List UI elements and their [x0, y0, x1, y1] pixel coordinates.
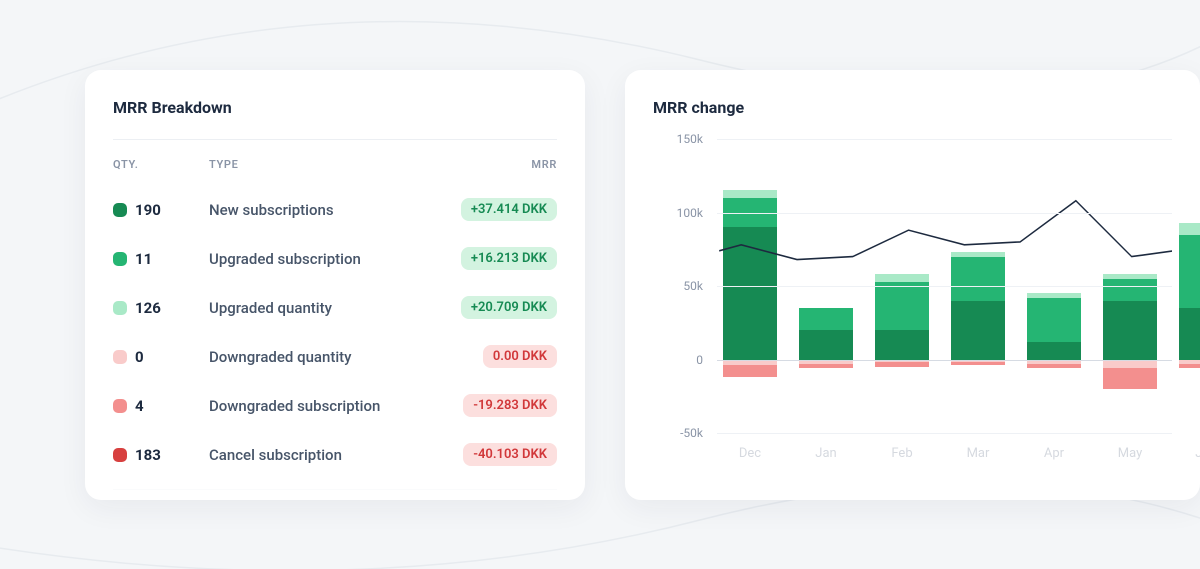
qty-value: 0	[135, 348, 144, 366]
series-swatch-icon	[113, 203, 127, 217]
gridline	[717, 433, 1172, 434]
bar-segment	[951, 257, 1005, 301]
bar-segment	[1179, 364, 1200, 368]
bar-segment	[1027, 293, 1081, 297]
qty-cell: 126	[113, 290, 193, 326]
mrr-change-card: MRR change 150k 100k 50k 0 -50k Dec Jan Feb Mar…	[625, 70, 1200, 500]
breakdown-table: QTY. TYPE MRR 190 New subscriptions +37.41…	[113, 158, 557, 475]
mrr-pill: +20.709 DKK	[461, 296, 557, 319]
bar-segment	[799, 364, 853, 368]
bar-segment	[1103, 368, 1157, 389]
x-tick-label: May	[1103, 446, 1157, 461]
bar-segment	[723, 365, 777, 377]
x-tick-label: Jun	[1179, 446, 1200, 461]
series-swatch-icon	[113, 252, 127, 266]
type-cell: Cancel subscription	[209, 437, 411, 473]
bar-segment	[1027, 298, 1081, 342]
qty-cell: 190	[113, 192, 193, 228]
bar-segment	[1103, 301, 1157, 360]
bar-segment	[1027, 342, 1081, 360]
qty-value: 190	[135, 201, 161, 219]
bar-segment	[875, 330, 929, 359]
mrr-cell: -19.283 DKK	[427, 385, 557, 426]
mrr-breakdown-card: MRR Breakdown QTY. TYPE MRR 190 New subsc…	[85, 70, 585, 500]
bar-segment	[1179, 223, 1200, 235]
bar-segment	[951, 252, 1005, 256]
bar-segment	[723, 227, 777, 359]
mrr-cell: +37.414 DKK	[427, 189, 557, 230]
bar-segment	[875, 362, 929, 366]
y-tick-label: 0	[696, 353, 703, 367]
bar-segment	[1103, 279, 1157, 301]
qty-cell: 11	[113, 241, 193, 277]
mrr-pill: +16.213 DKK	[461, 247, 557, 270]
series-swatch-icon	[113, 448, 127, 462]
mrr-pill: -19.283 DKK	[463, 394, 557, 417]
qty-cell: 183	[113, 437, 193, 473]
series-swatch-icon	[113, 350, 127, 364]
series-swatch-icon	[113, 301, 127, 315]
card-title: MRR change	[653, 98, 1172, 117]
total-row: Total New Net MRR +2.264 DKK	[113, 489, 557, 500]
mrr-pill: -40.103 DKK	[463, 443, 557, 466]
gridline	[717, 213, 1172, 214]
type-cell: Downgraded subscription	[209, 388, 411, 424]
x-axis-labels: DecJanFebMarAprMayJunJul	[717, 446, 1172, 461]
x-tick-label: Mar	[951, 446, 1005, 461]
x-tick-label: Dec	[723, 446, 777, 461]
y-tick-label: -50k	[680, 426, 703, 440]
x-tick-label: Apr	[1027, 446, 1081, 461]
bar-group	[1179, 139, 1200, 433]
mrr-cell: +16.213 DKK	[427, 238, 557, 279]
qty-cell: 4	[113, 388, 193, 424]
mrr-pill: 0.00 DKK	[483, 345, 557, 368]
y-tick-label: 150k	[677, 132, 703, 146]
y-axis: 150k100k50k0-50k	[661, 139, 709, 469]
mrr-cell: 0.00 DKK	[427, 336, 557, 377]
bar-segment	[723, 190, 777, 197]
bar-segment	[951, 301, 1005, 360]
plot-area	[717, 139, 1172, 433]
bar-segment	[1027, 364, 1081, 368]
gridline	[717, 139, 1172, 140]
qty-value: 126	[135, 299, 161, 317]
col-header-type: TYPE	[209, 158, 411, 181]
bar-segment	[875, 282, 929, 331]
mrr-cell: -40.103 DKK	[427, 434, 557, 475]
bar-segment	[875, 274, 929, 281]
x-tick-label: Jan	[799, 446, 853, 461]
bar-segment	[951, 362, 1005, 365]
series-swatch-icon	[113, 399, 127, 413]
x-tick-label: Feb	[875, 446, 929, 461]
divider	[113, 139, 557, 140]
qty-value: 183	[135, 446, 161, 464]
bar-segment	[1103, 360, 1157, 369]
bar-segment	[799, 330, 853, 359]
qty-cell: 0	[113, 339, 193, 375]
type-cell: New subscriptions	[209, 192, 411, 228]
chart-area: 150k100k50k0-50k DecJanFebMarAprMayJunJu…	[661, 139, 1172, 469]
y-tick-label: 100k	[677, 206, 703, 220]
bar-segment	[1179, 235, 1200, 309]
type-cell: Downgraded quantity	[209, 339, 411, 375]
qty-value: 11	[135, 250, 152, 268]
mrr-pill: +37.414 DKK	[461, 198, 557, 221]
mrr-cell: +20.709 DKK	[427, 287, 557, 328]
qty-value: 4	[135, 397, 144, 415]
zero-gridline	[717, 360, 1172, 361]
type-cell: Upgraded quantity	[209, 290, 411, 326]
y-tick-label: 50k	[683, 279, 703, 293]
col-header-qty: QTY.	[113, 158, 193, 181]
gridline	[717, 286, 1172, 287]
col-header-mrr: MRR	[427, 158, 557, 181]
bar-segment	[799, 308, 853, 330]
bar-segment	[1103, 274, 1157, 278]
type-cell: Upgraded subscription	[209, 241, 411, 277]
card-title: MRR Breakdown	[113, 98, 557, 117]
bar-segment	[1179, 308, 1200, 359]
